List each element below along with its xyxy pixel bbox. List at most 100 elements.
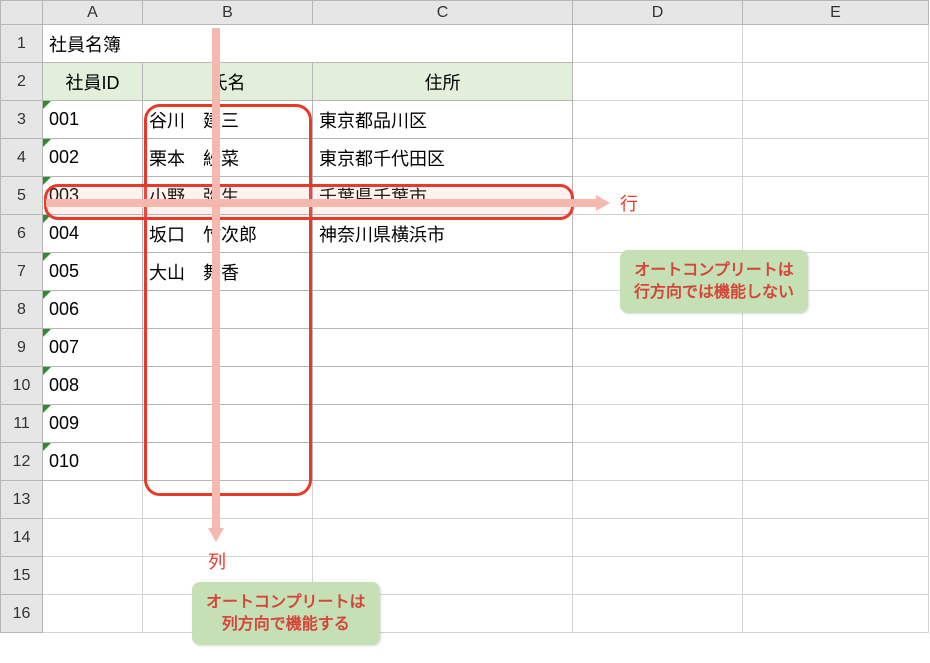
col-arrow-line <box>212 28 220 530</box>
cell-C7[interactable] <box>313 253 573 291</box>
cell-A4[interactable]: 002 <box>43 139 143 177</box>
row-header-7[interactable]: 7 <box>1 253 43 291</box>
cell-E12[interactable] <box>743 443 929 481</box>
row-header-14[interactable]: 14 <box>1 519 43 557</box>
header-name[interactable]: 氏名 <box>143 63 313 101</box>
cell-D1[interactable] <box>573 25 743 63</box>
spreadsheet-grid[interactable]: A B C D E 1 社員名簿 2 社員ID 氏名 住所 3 001 谷川 建… <box>0 0 929 633</box>
cell-C5[interactable]: 千葉県千葉市 <box>313 177 573 215</box>
header-id[interactable]: 社員ID <box>43 63 143 101</box>
cell-D11[interactable] <box>573 405 743 443</box>
cell-B4[interactable]: 栗本 紗菜 <box>143 139 313 177</box>
cell-B10[interactable] <box>143 367 313 405</box>
cell-D6[interactable] <box>573 215 743 253</box>
cell-E3[interactable] <box>743 101 929 139</box>
cell-A7[interactable]: 005 <box>43 253 143 291</box>
cell-A6[interactable]: 004 <box>43 215 143 253</box>
row-header-16[interactable]: 16 <box>1 595 43 633</box>
cell-C14[interactable] <box>313 519 573 557</box>
row-header-3[interactable]: 3 <box>1 101 43 139</box>
cell-B6[interactable]: 坂口 竹次郎 <box>143 215 313 253</box>
cell-title[interactable]: 社員名簿 <box>43 25 573 63</box>
row-header-2[interactable]: 2 <box>1 63 43 101</box>
cell-C10[interactable] <box>313 367 573 405</box>
cell-C8[interactable] <box>313 291 573 329</box>
cell-D10[interactable] <box>573 367 743 405</box>
callout-row: オートコンプリートは 行方向では機能しない <box>620 250 808 313</box>
cell-A9[interactable]: 007 <box>43 329 143 367</box>
cell-B3[interactable]: 谷川 建三 <box>143 101 313 139</box>
header-addr[interactable]: 住所 <box>313 63 573 101</box>
row-arrow-line <box>46 199 598 207</box>
cell-E9[interactable] <box>743 329 929 367</box>
row-header-15[interactable]: 15 <box>1 557 43 595</box>
cell-B9[interactable] <box>143 329 313 367</box>
cell-D15[interactable] <box>573 557 743 595</box>
row-header-8[interactable]: 8 <box>1 291 43 329</box>
row-header-13[interactable]: 13 <box>1 481 43 519</box>
cell-A13[interactable] <box>43 481 143 519</box>
row-header-9[interactable]: 9 <box>1 329 43 367</box>
cell-D12[interactable] <box>573 443 743 481</box>
cell-A12[interactable]: 010 <box>43 443 143 481</box>
row-header-10[interactable]: 10 <box>1 367 43 405</box>
cell-B5[interactable]: 小野 弥生 <box>143 177 313 215</box>
cell-D9[interactable] <box>573 329 743 367</box>
row-label: 行 <box>620 190 638 216</box>
cell-A3[interactable]: 001 <box>43 101 143 139</box>
cell-D14[interactable] <box>573 519 743 557</box>
cell-A14[interactable] <box>43 519 143 557</box>
row-arrow-head-icon <box>596 195 610 211</box>
cell-B7[interactable]: 大山 舞香 <box>143 253 313 291</box>
cell-D13[interactable] <box>573 481 743 519</box>
cell-E10[interactable] <box>743 367 929 405</box>
cell-E14[interactable] <box>743 519 929 557</box>
cell-C9[interactable] <box>313 329 573 367</box>
col-arrow-head-icon <box>208 528 224 542</box>
cell-D2[interactable] <box>573 63 743 101</box>
row-header-6[interactable]: 6 <box>1 215 43 253</box>
cell-E5[interactable] <box>743 177 929 215</box>
col-header-C[interactable]: C <box>313 1 573 25</box>
cell-E6[interactable] <box>743 215 929 253</box>
cell-A16[interactable] <box>43 595 143 633</box>
col-header-D[interactable]: D <box>573 1 743 25</box>
select-all-corner[interactable] <box>1 1 43 25</box>
col-header-A[interactable]: A <box>43 1 143 25</box>
cell-B13[interactable] <box>143 481 313 519</box>
cell-A10[interactable]: 008 <box>43 367 143 405</box>
cell-A15[interactable] <box>43 557 143 595</box>
callout-col: オートコンプリートは 列方向で機能する <box>192 582 380 645</box>
cell-E1[interactable] <box>743 25 929 63</box>
cell-B12[interactable] <box>143 443 313 481</box>
cell-C13[interactable] <box>313 481 573 519</box>
cell-D3[interactable] <box>573 101 743 139</box>
cell-A5[interactable]: 003 <box>43 177 143 215</box>
cell-A11[interactable]: 009 <box>43 405 143 443</box>
row-header-5[interactable]: 5 <box>1 177 43 215</box>
row-header-1[interactable]: 1 <box>1 25 43 63</box>
cell-C6[interactable]: 神奈川県横浜市 <box>313 215 573 253</box>
cell-E16[interactable] <box>743 595 929 633</box>
row-header-11[interactable]: 11 <box>1 405 43 443</box>
col-header-E[interactable]: E <box>743 1 929 25</box>
cell-C11[interactable] <box>313 405 573 443</box>
cell-D16[interactable] <box>573 595 743 633</box>
cell-C12[interactable] <box>313 443 573 481</box>
cell-E4[interactable] <box>743 139 929 177</box>
row-header-4[interactable]: 4 <box>1 139 43 177</box>
row-header-12[interactable]: 12 <box>1 443 43 481</box>
cell-A8[interactable]: 006 <box>43 291 143 329</box>
cell-E15[interactable] <box>743 557 929 595</box>
cell-E2[interactable] <box>743 63 929 101</box>
col-label: 列 <box>208 548 226 574</box>
col-header-B[interactable]: B <box>143 1 313 25</box>
cell-B11[interactable] <box>143 405 313 443</box>
cell-C4[interactable]: 東京都千代田区 <box>313 139 573 177</box>
cell-D4[interactable] <box>573 139 743 177</box>
cell-B14[interactable] <box>143 519 313 557</box>
cell-E13[interactable] <box>743 481 929 519</box>
cell-B8[interactable] <box>143 291 313 329</box>
cell-C3[interactable]: 東京都品川区 <box>313 101 573 139</box>
cell-E11[interactable] <box>743 405 929 443</box>
